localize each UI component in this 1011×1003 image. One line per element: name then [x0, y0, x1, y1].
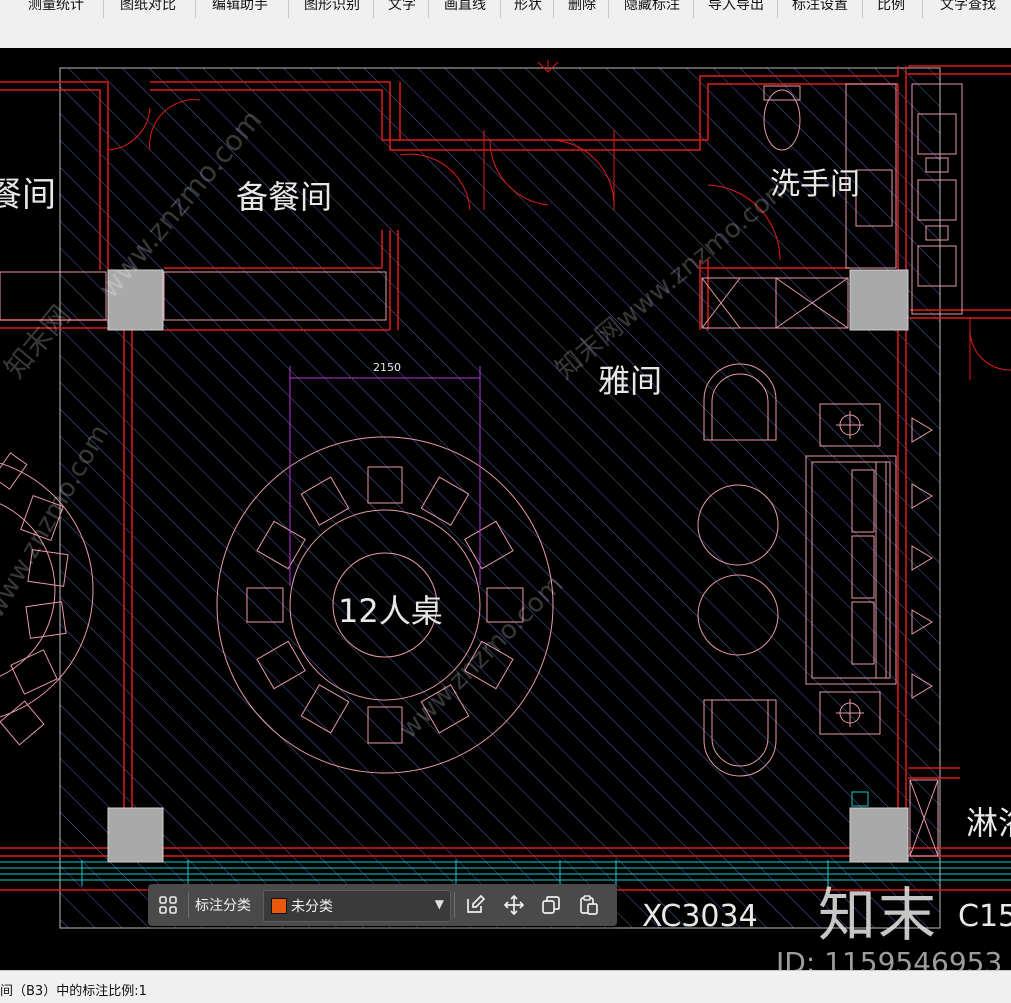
menu-separator [103, 0, 104, 18]
menu-item-hide-annotations[interactable]: 隐藏标注 [624, 0, 680, 14]
menu-separator [428, 0, 429, 18]
menu-separator [553, 0, 554, 18]
dimension-text: 2150 [373, 361, 401, 374]
room-label-prep: 备餐间 [236, 178, 332, 216]
dropdown-caret-icon: ▼ [434, 897, 444, 911]
category-select-value: 未分类 [291, 899, 333, 915]
room-label-shower: 淋浴 [966, 804, 1011, 842]
cad-canvas[interactable]: 2150 餐间 备餐间 洗手间 雅间 淋浴 12人桌 XC3034 C153 w… [0, 48, 1011, 970]
menu-item-scale[interactable]: 比例 [877, 0, 905, 14]
toolbar-gap [0, 22, 1011, 48]
menu-item-edit-assistant[interactable]: 编辑助手 [212, 0, 268, 14]
menu-bar: 测量统计 图纸对比 编辑助手 图形识别 文字 画直线 形状 删除 隐藏标注 导入… [0, 0, 1011, 23]
menu-item-delete[interactable]: 删除 [568, 0, 596, 14]
menu-separator [777, 0, 778, 18]
status-bar: 间（B3）中的标注比例:1 [0, 970, 1011, 1003]
move-icon[interactable] [500, 891, 528, 919]
menu-item-import-export[interactable]: 导入导出 [708, 0, 764, 14]
room-label-left-dining: 餐间 [0, 175, 56, 215]
menu-separator [373, 0, 374, 18]
menu-item-text-search[interactable]: 文字查找 [940, 0, 996, 14]
menu-separator [500, 0, 501, 18]
floor-plan-drawing: 2150 餐间 备餐间 洗手间 雅间 淋浴 12人桌 XC3034 C153 w… [0, 60, 1011, 934]
menu-separator [288, 0, 289, 18]
category-color-swatch [271, 898, 287, 914]
menu-item-shape-recognition[interactable]: 图形识别 [304, 0, 360, 14]
menu-separator [862, 0, 863, 18]
menu-item-measure[interactable]: 测量统计 [28, 0, 84, 14]
category-label: 标注分类 [195, 898, 251, 914]
edit-icon[interactable] [461, 891, 489, 919]
sheet-code-xc3034: XC3034 [642, 899, 758, 934]
grid-icon[interactable] [154, 891, 182, 919]
menu-item-draw-line[interactable]: 画直线 [444, 0, 486, 14]
paste-icon[interactable] [575, 891, 603, 919]
toolbar-divider [188, 892, 189, 918]
menu-item-shape[interactable]: 形状 [514, 0, 542, 14]
menu-separator [693, 0, 694, 18]
menu-item-annotation-settings[interactable]: 标注设置 [792, 0, 848, 14]
menu-separator [195, 0, 196, 18]
brand-logo-watermark: 知末 [818, 881, 939, 949]
category-select[interactable]: 未分类 ▼ [263, 890, 451, 922]
menu-item-drawing-compare[interactable]: 图纸对比 [120, 0, 176, 14]
room-label-private: 雅间 [598, 362, 662, 400]
sheet-code-c153: C153 [958, 899, 1011, 934]
annotation-toolbar: 标注分类 未分类 ▼ [148, 884, 617, 926]
toolbar-divider [454, 892, 455, 918]
copy-icon[interactable] [537, 891, 565, 919]
status-text: 间（B3）中的标注比例:1 [0, 984, 147, 999]
table-label: 12人桌 [338, 592, 443, 630]
menu-separator [922, 0, 923, 18]
menu-item-text[interactable]: 文字 [388, 0, 416, 14]
menu-separator [608, 0, 609, 18]
